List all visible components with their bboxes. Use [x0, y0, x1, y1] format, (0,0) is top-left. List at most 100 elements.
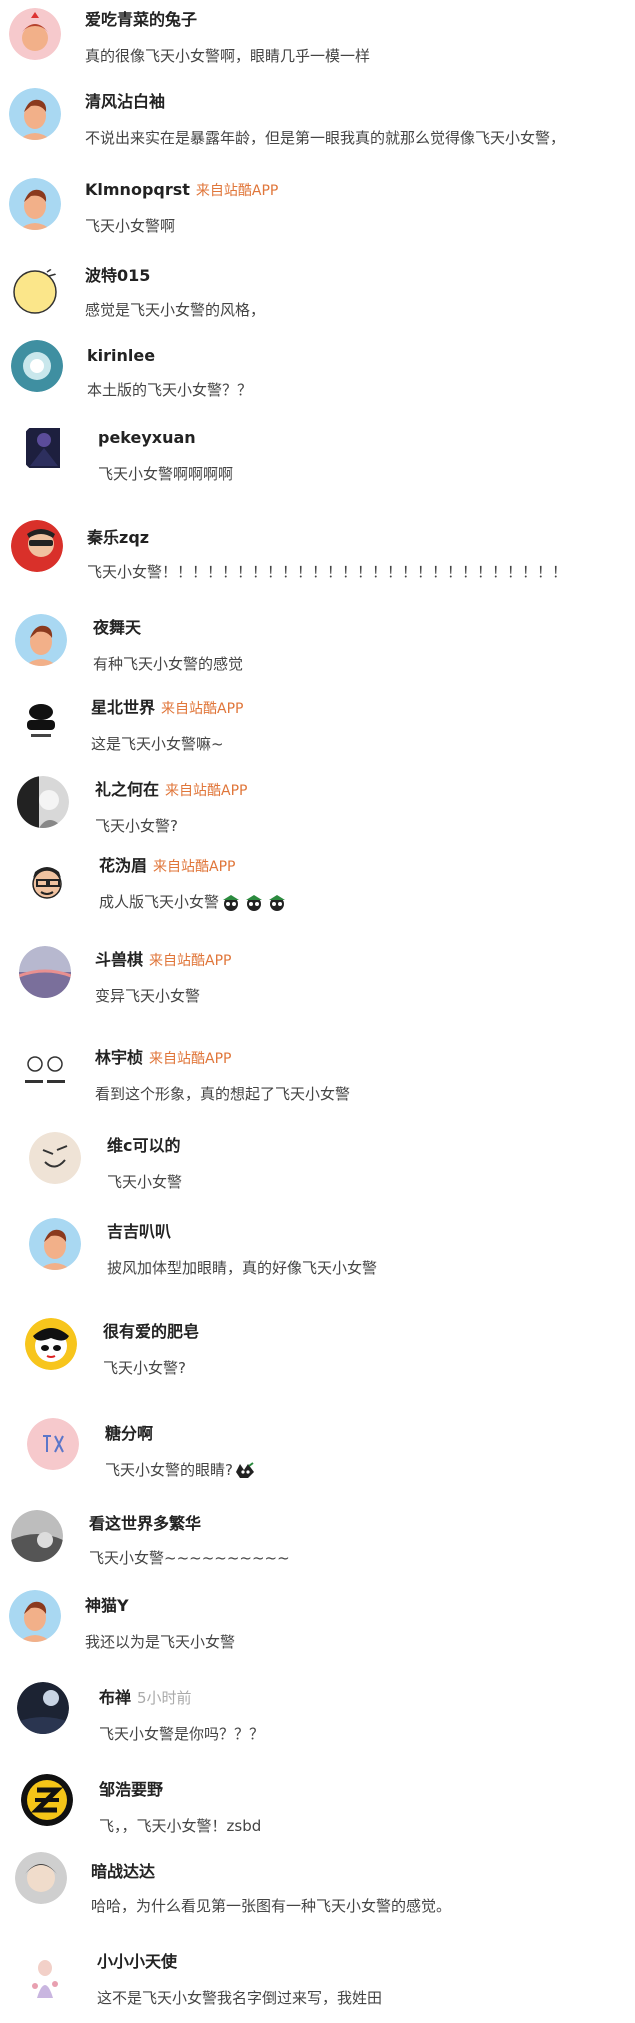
avatar[interactable] [9, 178, 61, 230]
username[interactable]: kirinlee [87, 346, 155, 366]
avatar-icon [17, 1682, 69, 1734]
comment-text: 飞天小女警！！！！！！！！！！！！！！！！！！！！！！！！！！！ [87, 563, 568, 581]
source-label: 来自站酷APP [195, 183, 279, 199]
comment-text: 这不是飞天小女警我名字倒过来写，我姓田 [97, 1989, 383, 2007]
avatar[interactable] [23, 856, 75, 908]
avatar[interactable] [20, 422, 72, 474]
sticker-icon [246, 894, 263, 911]
avatar-icon [15, 614, 67, 666]
sticker-icon [269, 894, 286, 911]
avatar[interactable] [9, 88, 61, 140]
avatar-icon [19, 946, 71, 998]
avatar-icon [9, 264, 61, 316]
username[interactable]: 小小小天使 [97, 1952, 177, 1972]
username[interactable]: 看这世界多繁华 [89, 1514, 201, 1534]
avatar[interactable] [29, 1218, 81, 1270]
comment-text: 不说出来实在是暴露年龄，但是第一眼我真的就那么觉得像飞天小女警， [85, 129, 566, 147]
username[interactable]: 邹浩要野 [99, 1780, 163, 1800]
comment-text: 飞天小女警啊 [85, 217, 176, 235]
avatar[interactable] [21, 1774, 73, 1826]
avatar-icon [23, 856, 75, 908]
comment-text: 飞天小女警是你吗？？？ [99, 1725, 265, 1743]
username[interactable]: Klmnopqrst 来自站酷APP [85, 180, 278, 201]
avatar[interactable] [25, 1318, 77, 1370]
avatar[interactable] [11, 1510, 63, 1562]
comment-text: 飞天小女警的眼睛? [105, 1460, 256, 1480]
avatar[interactable] [9, 264, 61, 316]
avatar[interactable] [17, 776, 69, 828]
comment-text: 有种飞天小女警的感觉 [93, 655, 244, 673]
comment-text: 感觉是飞天小女警的风格， [85, 301, 266, 319]
username[interactable]: 爱吃青菜的兔子 [85, 10, 197, 30]
username[interactable]: 暗战达达 [91, 1862, 155, 1882]
username[interactable]: 波特015 [85, 266, 150, 286]
username[interactable]: 花沩眉 来自站酷APP [99, 856, 235, 877]
comment-text: 看到这个形象，真的想起了飞天小女警 [95, 1085, 351, 1103]
username[interactable]: 夜舞天 [93, 618, 141, 638]
source-label: 来自站酷APP [165, 783, 248, 799]
username[interactable]: 神猫Y [85, 1596, 129, 1616]
comment-text: 哈哈，为什么看见第一张图有一种飞天小女警的感觉。 [91, 1897, 452, 1915]
source-label: 来自站酷APP [149, 953, 232, 969]
username[interactable]: pekeyxuan [98, 428, 196, 448]
avatar[interactable] [19, 1042, 71, 1094]
username[interactable]: 礼之何在 来自站酷APP [95, 780, 247, 801]
comment-text: 飞天小女警啊啊啊啊 [98, 465, 234, 483]
source-label: 来自站酷APP [161, 701, 244, 717]
avatar-icon [9, 1590, 61, 1642]
avatar-icon [11, 340, 63, 392]
username[interactable]: 糖分啊 [105, 1424, 153, 1444]
comment-text: 飞，，飞天小女警！zsbd [99, 1817, 262, 1835]
username[interactable]: 吉吉叭叭 [107, 1222, 171, 1242]
avatar[interactable] [19, 946, 71, 998]
avatar[interactable] [11, 340, 63, 392]
avatar[interactable] [9, 1590, 61, 1642]
avatar-icon [19, 1042, 71, 1094]
username[interactable]: 秦乐zqz [87, 528, 149, 548]
timestamp: 5小时前 [137, 1689, 192, 1707]
username[interactable]: 星北世界 来自站酷APP [91, 698, 243, 719]
comment-text: 真的很像飞天小女警啊，眼睛几乎一模一样 [85, 47, 371, 65]
avatar-icon [11, 520, 63, 572]
avatar-icon [15, 694, 67, 746]
username[interactable]: 斗兽棋 来自站酷APP [95, 950, 231, 971]
avatar[interactable] [11, 520, 63, 572]
username[interactable]: 维c可以的 [107, 1136, 181, 1156]
username[interactable]: 很有爱的肥皂 [103, 1322, 199, 1342]
sticker-icon [235, 1461, 254, 1478]
sticker-icon [223, 894, 240, 911]
avatar-icon [9, 8, 61, 60]
avatar[interactable] [15, 614, 67, 666]
username[interactable]: 布禅 5小时前 [99, 1688, 192, 1708]
avatar[interactable] [19, 1948, 71, 2000]
avatar[interactable] [29, 1132, 81, 1184]
avatar-icon [25, 1318, 77, 1370]
avatar[interactable] [27, 1418, 79, 1470]
avatar[interactable] [15, 694, 67, 746]
comment-text: 变异飞天小女警 [95, 987, 201, 1005]
avatar-icon [21, 1774, 73, 1826]
avatar[interactable] [17, 1682, 69, 1734]
avatar-icon [9, 88, 61, 140]
avatar-icon [20, 422, 72, 474]
source-label: 来自站酷APP [153, 859, 236, 875]
comment-text: 我还以为是飞天小女警 [85, 1633, 236, 1651]
comment-text: 飞天小女警? [103, 1359, 186, 1377]
avatar[interactable] [15, 1852, 67, 1904]
avatar-icon [29, 1132, 81, 1184]
comment-text: 这是飞天小女警嘛~ [91, 735, 224, 753]
username[interactable]: 清风沾白袖 [85, 92, 165, 112]
avatar[interactable] [9, 8, 61, 60]
avatar-icon [15, 1852, 67, 1904]
avatar-icon [27, 1418, 79, 1470]
comment-text: 飞天小女警~~~~~~~~~~ [89, 1549, 290, 1567]
comment-text: 披风加体型加眼睛，真的好像飞天小女警 [107, 1259, 378, 1277]
comment-text: 本土版的飞天小女警？？ [87, 381, 253, 399]
avatar-icon [9, 178, 61, 230]
source-label: 来自站酷APP [149, 1051, 232, 1067]
avatar-icon [11, 1510, 63, 1562]
username[interactable]: 林宇桢 来自站酷APP [95, 1048, 231, 1069]
avatar-icon [19, 1948, 71, 2000]
comment-text: 成人版飞天小女警 [99, 892, 288, 912]
avatar-icon [29, 1218, 81, 1270]
